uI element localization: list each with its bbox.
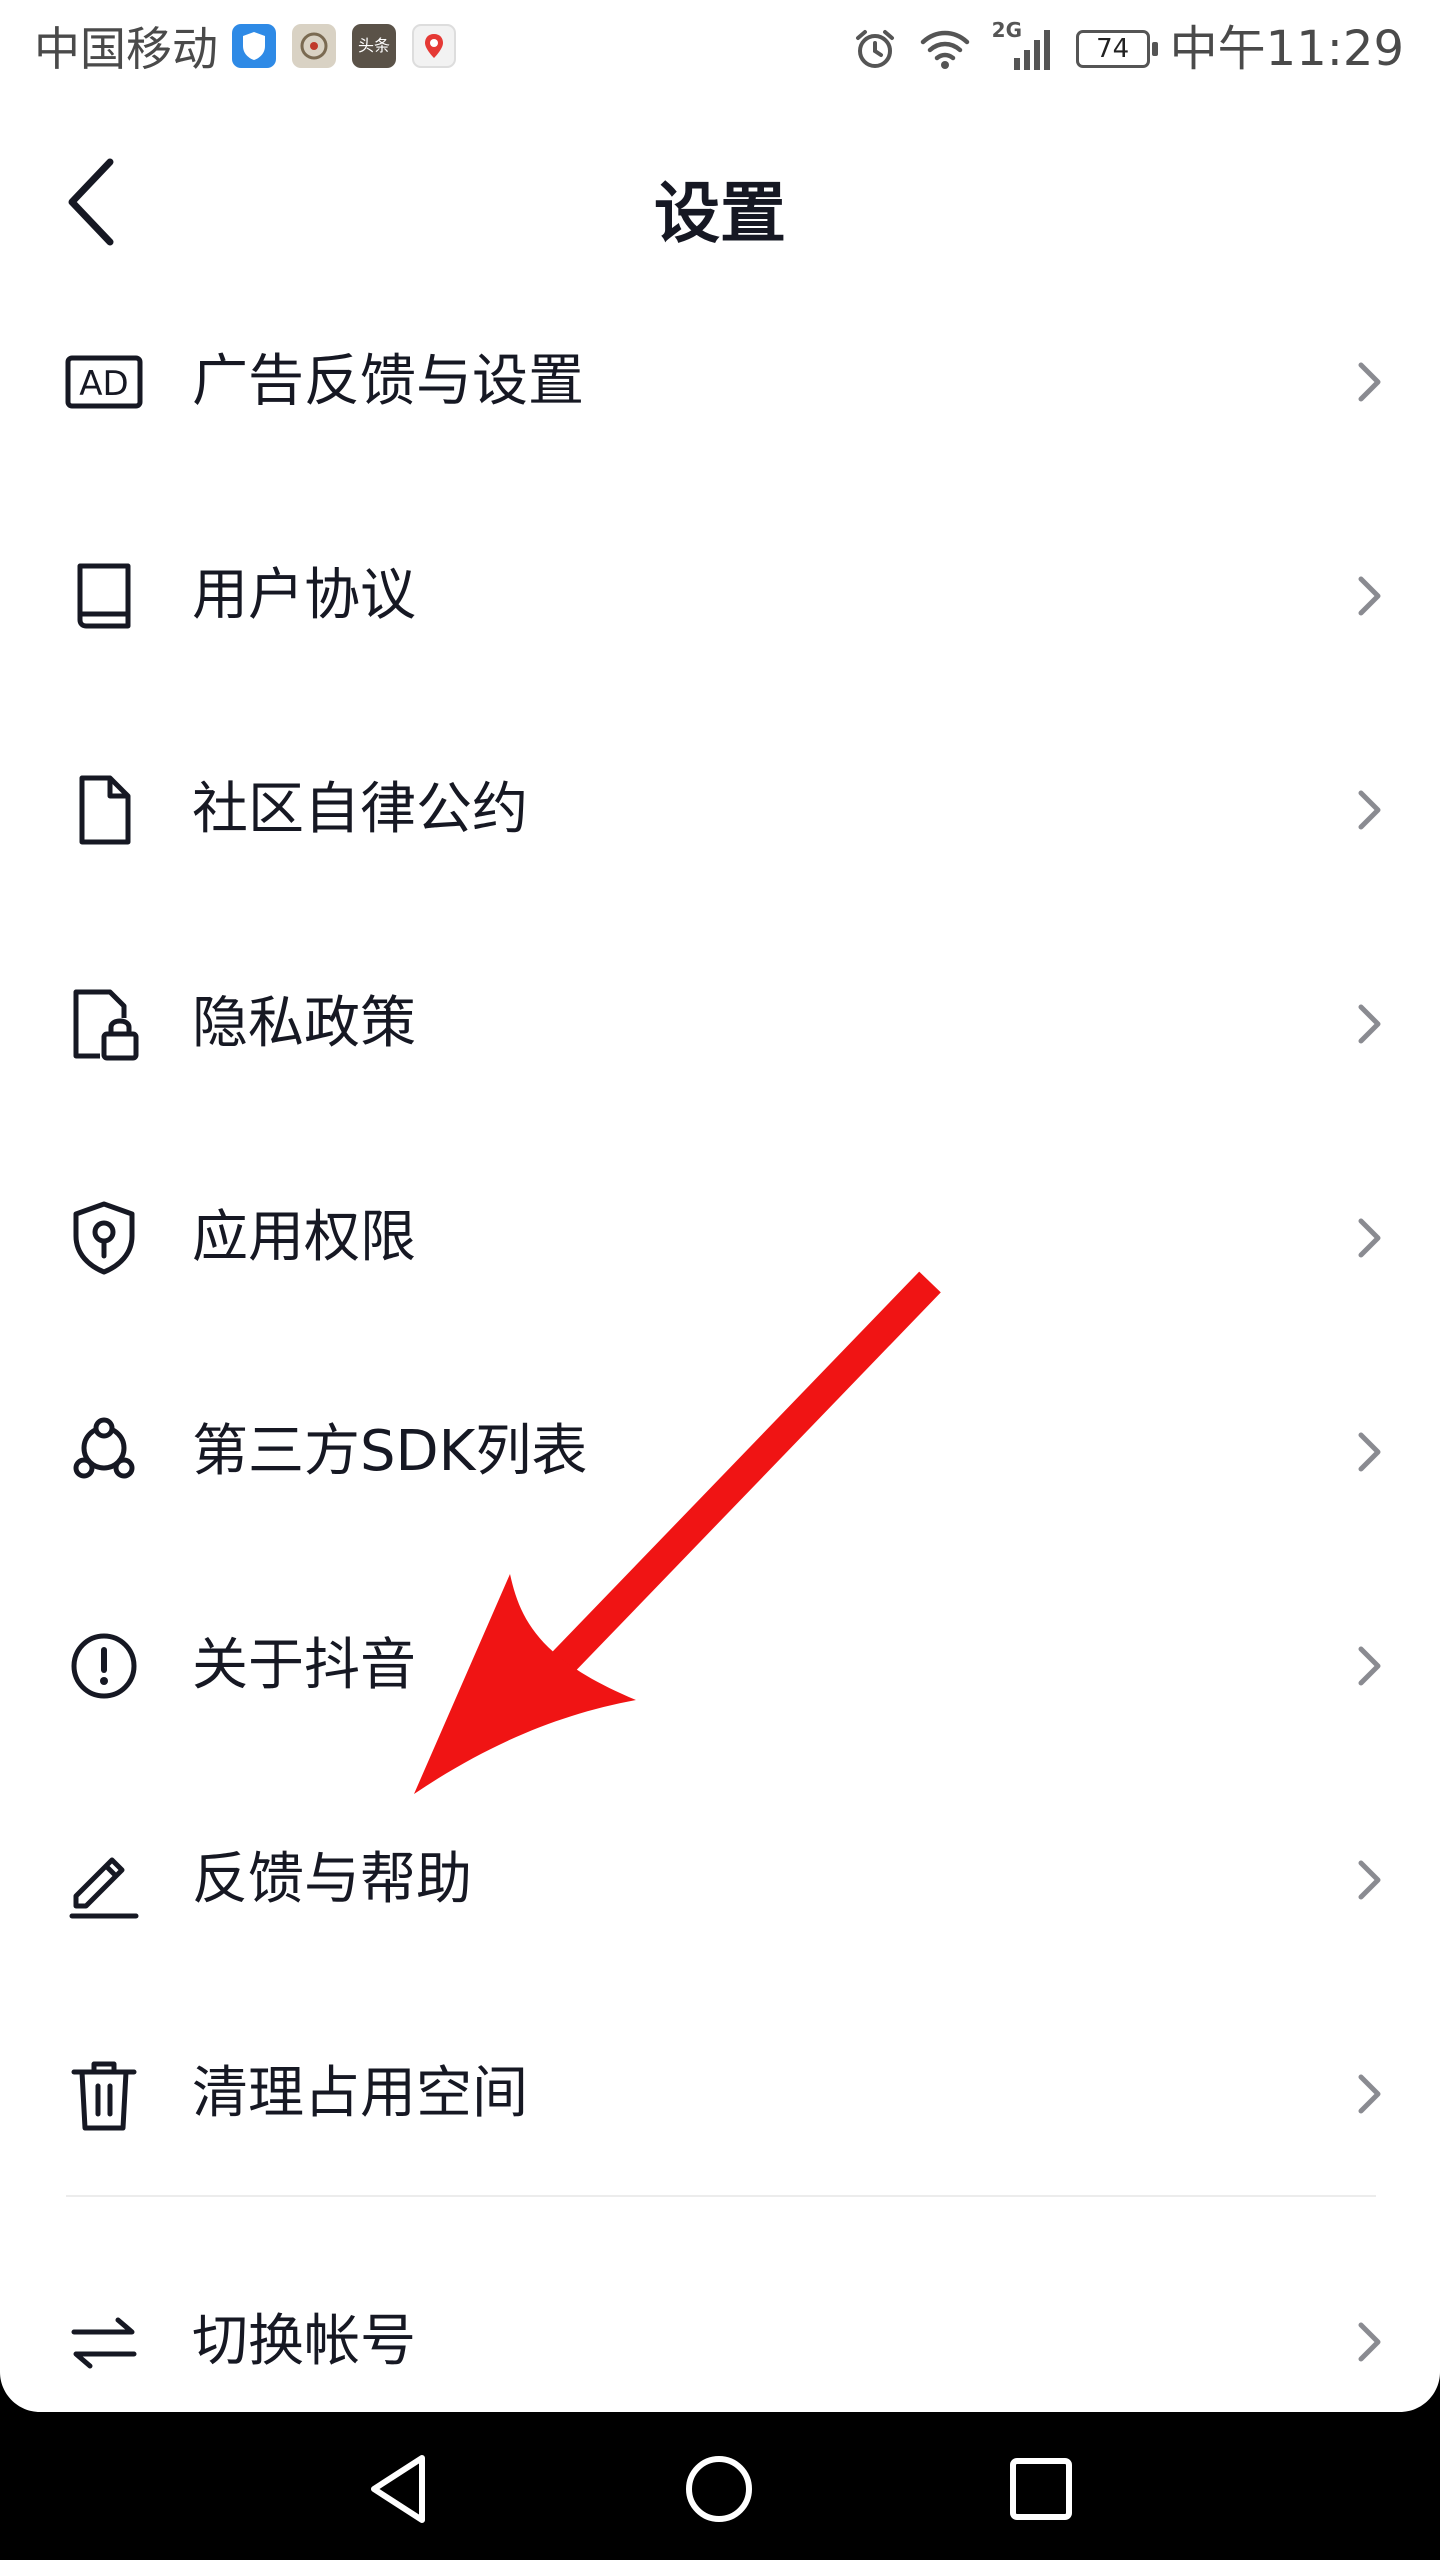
- book-icon: [77, 563, 131, 629]
- chevron-right-icon: [1358, 1646, 1381, 1686]
- menu-item-feedback-help[interactable]: 反馈与帮助: [0, 1773, 1440, 1987]
- chevron-right-icon: [1358, 576, 1381, 616]
- menu-item-label: 清理占用空间: [192, 2061, 528, 2126]
- chevron-right-icon: [1358, 1860, 1381, 1900]
- baidu-icon: [292, 24, 336, 68]
- sdk-nodes-icon: [73, 1417, 135, 1479]
- ad-icon-text: AD: [79, 364, 128, 404]
- section-divider: [66, 2195, 1376, 2197]
- nav-recents-button[interactable]: [996, 2444, 1086, 2534]
- document-icon: [79, 775, 131, 845]
- cellular-signal-icon: 2G: [992, 18, 1056, 74]
- menu-item-clear-storage[interactable]: 清理占用空间: [0, 1987, 1440, 2201]
- menu-item-third-party-sdk[interactable]: 第三方SDK列表: [0, 1345, 1440, 1559]
- system-navigation-bar: [0, 2372, 1440, 2560]
- shield-key-icon: [73, 1201, 135, 1275]
- screen-corner: [1400, 2372, 1440, 2412]
- menu-item-app-permissions[interactable]: 应用权限: [0, 1131, 1440, 1345]
- menu-item-label: 反馈与帮助: [192, 1847, 472, 1912]
- alarm-icon: [855, 30, 894, 68]
- trash-icon: [71, 2061, 137, 2131]
- notification-icons: 头条: [232, 24, 456, 68]
- menu-item-user-agreement[interactable]: 用户协议: [0, 489, 1440, 703]
- chevron-right-icon: [1358, 1004, 1381, 1044]
- menu-item-label: 切换帐号: [192, 2309, 416, 2374]
- screen-corner: [0, 2372, 40, 2412]
- status-bar: 中国移动 头条 2G 74 中午11:29: [0, 0, 1440, 100]
- back-triangle-icon: [371, 2455, 425, 2523]
- wifi-icon: [920, 30, 969, 69]
- menu-item-label: 广告反馈与设置: [192, 349, 584, 414]
- recents-square-icon: [1010, 2458, 1072, 2520]
- pencil-icon: [69, 1857, 139, 1919]
- menu-item-community-guidelines[interactable]: 社区自律公约: [0, 703, 1440, 917]
- nav-home-button[interactable]: [674, 2444, 764, 2534]
- menu-item-label: 应用权限: [192, 1205, 416, 1270]
- page-title: 设置: [654, 175, 786, 252]
- chevron-right-icon: [1358, 790, 1381, 830]
- menu-item-label: 社区自律公约: [192, 777, 528, 842]
- chevron-right-icon: [1358, 2322, 1381, 2362]
- privacy-lock-icon: [73, 989, 139, 1061]
- menu-item-label: 隐私政策: [192, 991, 416, 1056]
- home-circle-icon: [686, 2456, 752, 2522]
- menu-item-privacy-policy[interactable]: 隐私政策: [0, 917, 1440, 1131]
- header-bar: 设置: [0, 100, 1440, 300]
- info-alert-icon: [71, 1633, 137, 1699]
- map-icon: [412, 24, 456, 68]
- chevron-right-icon: [1358, 2074, 1381, 2114]
- chevron-right-icon: [1358, 362, 1381, 402]
- menu-item-label: 第三方SDK列表: [192, 1419, 588, 1484]
- status-indicators: 2G 74 中午11:29: [852, 18, 1404, 80]
- carrier-name: 中国移动: [34, 22, 218, 76]
- menu-item-about-douyin[interactable]: 关于抖音: [0, 1559, 1440, 1773]
- menu-item-label: 用户协议: [192, 563, 416, 628]
- toutiao-icon: 头条: [352, 24, 396, 68]
- nav-back-button[interactable]: [356, 2444, 446, 2534]
- battery-indicator: 74: [1075, 30, 1158, 68]
- chevron-right-icon: [1358, 1218, 1381, 1258]
- shield-icon: [232, 24, 276, 68]
- clock: 中午11:29: [1169, 21, 1404, 77]
- menu-item-ad-settings[interactable]: AD 广告反馈与设置: [0, 275, 1440, 489]
- swap-arrows-icon: [71, 2317, 137, 2369]
- ad-icon: AD: [65, 355, 143, 409]
- chevron-right-icon: [1358, 1432, 1381, 1472]
- menu-item-label: 关于抖音: [192, 1633, 416, 1698]
